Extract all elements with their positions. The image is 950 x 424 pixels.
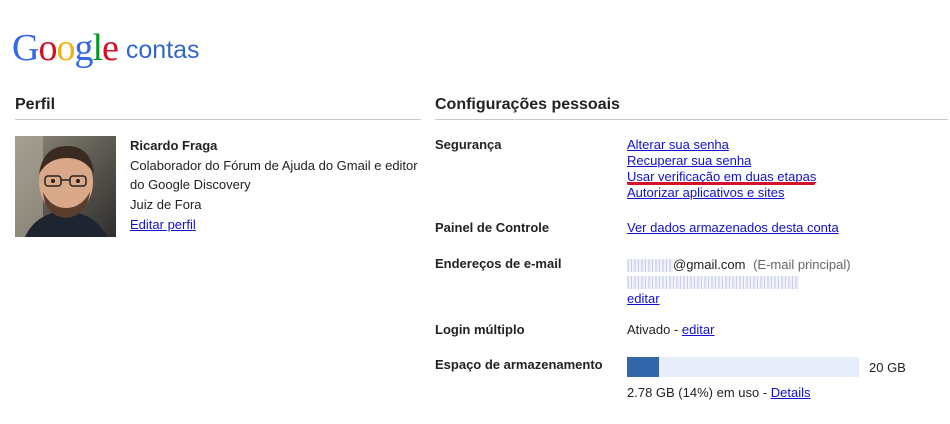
- redacted-secondary-email: [627, 276, 799, 290]
- security-label: Segurança: [435, 137, 502, 152]
- email-label: Endereços de e-mail: [435, 256, 562, 271]
- edit-multi-login-link[interactable]: editar: [682, 322, 715, 337]
- recover-password-link[interactable]: Recuperar sua senha: [627, 153, 816, 169]
- dashboard-value: Ver dados armazenados desta conta: [627, 220, 839, 236]
- redacted-email-username: [627, 259, 673, 273]
- multi-login-status: Ativado -: [627, 322, 682, 337]
- email-domain: @gmail.com: [673, 257, 746, 272]
- change-password-link[interactable]: Alterar sua senha: [627, 137, 816, 153]
- profile-divider: [15, 119, 421, 120]
- storage-bar-fill: [627, 357, 660, 377]
- storage-details-link[interactable]: Details: [771, 385, 811, 400]
- storage-label: Espaço de armazenamento: [435, 357, 603, 372]
- profile-photo: [15, 136, 116, 237]
- storage-usage-text: 2.78 GB (14%) em uso -: [627, 385, 771, 400]
- storage-total: 20 GB: [869, 360, 906, 375]
- multi-login-value: Ativado - editar: [627, 322, 714, 338]
- security-links: Alterar sua senha Recuperar sua senha Us…: [627, 137, 816, 201]
- primary-email-tag: (E-mail principal): [753, 257, 851, 272]
- edit-profile-link[interactable]: Editar perfil: [130, 215, 420, 234]
- profile-info: Ricardo Fraga Colaborador do Fórum de Aj…: [130, 136, 420, 234]
- settings-section-title: Configurações pessoais: [435, 96, 620, 113]
- google-logo[interactable]: Google: [12, 26, 119, 70]
- storage-bar: [627, 357, 859, 377]
- profile-location: Juiz de Fora: [130, 197, 202, 212]
- settings-divider: [435, 119, 948, 120]
- email-value: @gmail.com (E-mail principal) editar: [627, 256, 851, 307]
- secondary-email-line: [627, 273, 851, 290]
- edit-email-link[interactable]: editar: [627, 290, 851, 307]
- dashboard-label: Painel de Controle: [435, 220, 550, 235]
- page-header: Google contas: [12, 26, 200, 70]
- profile-description: Colaborador do Fórum de Ajuda do Gmail e…: [130, 158, 418, 192]
- product-name: contas: [125, 36, 200, 64]
- storage-usage: 2.78 GB (14%) em uso - Details: [627, 385, 811, 400]
- profile-section-title: Perfil: [15, 96, 56, 113]
- profile-name: Ricardo Fraga: [130, 138, 218, 153]
- primary-email-line: @gmail.com (E-mail principal): [627, 256, 851, 273]
- authorize-apps-link[interactable]: Autorizar aplicativos e sites: [627, 185, 816, 201]
- multi-login-label: Login múltiplo: [435, 322, 525, 337]
- view-stored-data-link[interactable]: Ver dados armazenados desta conta: [627, 220, 839, 236]
- highlight-underline: [627, 182, 815, 185]
